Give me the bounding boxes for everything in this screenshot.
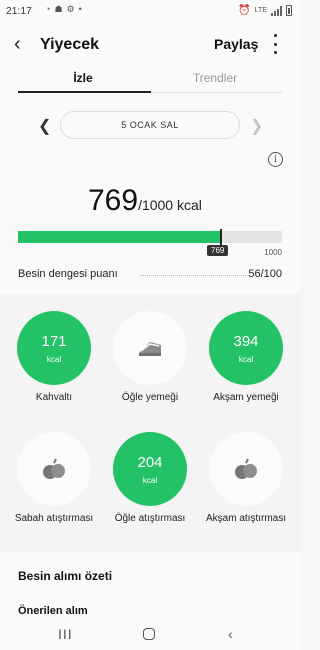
calorie-goal-text: /1000 kcal bbox=[138, 197, 202, 213]
meal-dinner[interactable]: 394 kcal Akşam yemeği bbox=[198, 311, 294, 405]
intake-summary-section: Besin alımı özeti Önerilen alım bbox=[0, 552, 300, 622]
snooze-icon: ◔ bbox=[45, 4, 51, 14]
recommended-intake-heading: Önerilen alım bbox=[18, 605, 88, 617]
next-day-chevron-icon[interactable]: ❯ bbox=[250, 116, 263, 136]
fruit-icon bbox=[235, 458, 257, 479]
nutrition-balance-row[interactable]: Besin dengesi puanı 56/100 bbox=[18, 268, 282, 280]
meal-circle bbox=[209, 432, 283, 506]
tab-trendler[interactable]: Trendler bbox=[150, 71, 280, 85]
status-time: 21:17 bbox=[6, 6, 33, 17]
info-icon[interactable]: i bbox=[268, 152, 283, 167]
meal-label: Kahvaltı bbox=[35, 392, 73, 403]
android-icon: ☗ bbox=[54, 4, 63, 14]
meal-afternoon-snack[interactable]: 204 kcal Öğle atıştırması bbox=[102, 432, 198, 526]
meal-circle bbox=[113, 311, 187, 385]
calorie-progress-fill bbox=[18, 231, 221, 243]
meals-grid: 171 kcal Kahvaltı Öğle yemeği 394 kcal A… bbox=[0, 294, 300, 552]
signal-icon bbox=[271, 5, 282, 16]
calorie-goal-label: 1000 bbox=[264, 248, 282, 257]
tab-active-indicator bbox=[18, 91, 151, 93]
meal-lunch[interactable]: Öğle yemeği bbox=[102, 311, 198, 405]
meal-unit: kcal bbox=[46, 355, 62, 364]
system-back-icon[interactable]: ‹ bbox=[228, 626, 233, 642]
share-button[interactable]: Paylaş bbox=[214, 36, 258, 52]
calorie-progress-bar bbox=[18, 229, 282, 245]
nutrition-balance-label: Besin dengesi puanı bbox=[18, 268, 118, 280]
meal-circle: 171 kcal bbox=[17, 311, 91, 385]
daily-summary: ❮ 5 OCAK SAL ❯ i 769/1000 kcal 769 1000 … bbox=[0, 94, 300, 294]
sandwich-icon bbox=[139, 342, 161, 356]
intake-summary-heading[interactable]: Besin alımı özeti bbox=[18, 569, 112, 583]
meal-breakfast[interactable]: 171 kcal Kahvaltı bbox=[6, 311, 102, 405]
meal-label: Sabah atıştırması bbox=[14, 513, 94, 524]
meal-calories: 394 bbox=[233, 333, 259, 350]
previous-day-chevron-icon[interactable]: ❮ bbox=[38, 116, 51, 136]
page-title: Yiyecek bbox=[40, 36, 100, 53]
status-right-icons: ⏰ LTE bbox=[238, 5, 292, 16]
meal-label: Akşam yemeği bbox=[213, 392, 279, 403]
calorie-progress-marker: 769 bbox=[207, 245, 229, 256]
back-arrow-icon[interactable]: ‹ bbox=[14, 33, 21, 56]
status-bar: 21:17 ◔ ☗ ⚙ • ⏰ LTE bbox=[0, 0, 300, 24]
app-header: ‹ Yiyecek Paylaş bbox=[0, 24, 300, 66]
battery-icon bbox=[286, 5, 292, 16]
meal-unit: kcal bbox=[238, 355, 254, 364]
meal-calories: 171 bbox=[41, 333, 67, 350]
notification-icons: ◔ ☗ ⚙ • bbox=[45, 4, 82, 15]
more-options-icon[interactable] bbox=[272, 34, 278, 54]
meal-morning-snack[interactable]: Sabah atıştırması bbox=[6, 432, 102, 526]
nutrition-balance-value: 56/100 bbox=[248, 268, 282, 280]
calorie-total: 769/1000 kcal bbox=[88, 184, 202, 218]
wifi-lte-icon: LTE bbox=[254, 7, 267, 14]
meal-circle: 394 kcal bbox=[209, 311, 283, 385]
home-icon[interactable] bbox=[143, 628, 155, 640]
settings-icon: ⚙ bbox=[66, 4, 75, 14]
calories-consumed: 769 bbox=[88, 184, 139, 217]
meal-label: Öğle atıştırması bbox=[114, 513, 186, 524]
date-selector[interactable]: 5 OCAK SAL bbox=[60, 111, 240, 139]
meal-circle: 204 kcal bbox=[113, 432, 187, 506]
tab-izle[interactable]: İzle bbox=[18, 71, 148, 85]
meal-label: Öğle yemeği bbox=[121, 392, 179, 403]
tab-bar: İzle Trendler bbox=[0, 66, 300, 94]
meal-evening-snack[interactable]: Akşam atıştırması bbox=[198, 432, 294, 526]
calorie-progress-tick bbox=[220, 229, 222, 245]
dot-icon: • bbox=[78, 4, 82, 14]
recent-apps-icon[interactable]: III bbox=[58, 626, 73, 642]
meal-unit: kcal bbox=[142, 476, 158, 485]
meal-calories: 204 bbox=[137, 454, 163, 471]
alarm-icon: ⏰ bbox=[238, 5, 251, 16]
meal-label: Akşam atıştırması bbox=[205, 513, 286, 524]
fruit-icon bbox=[43, 458, 65, 479]
system-nav-bar: III ‹ bbox=[0, 622, 300, 650]
dotted-leader bbox=[140, 275, 250, 276]
meal-circle bbox=[17, 432, 91, 506]
